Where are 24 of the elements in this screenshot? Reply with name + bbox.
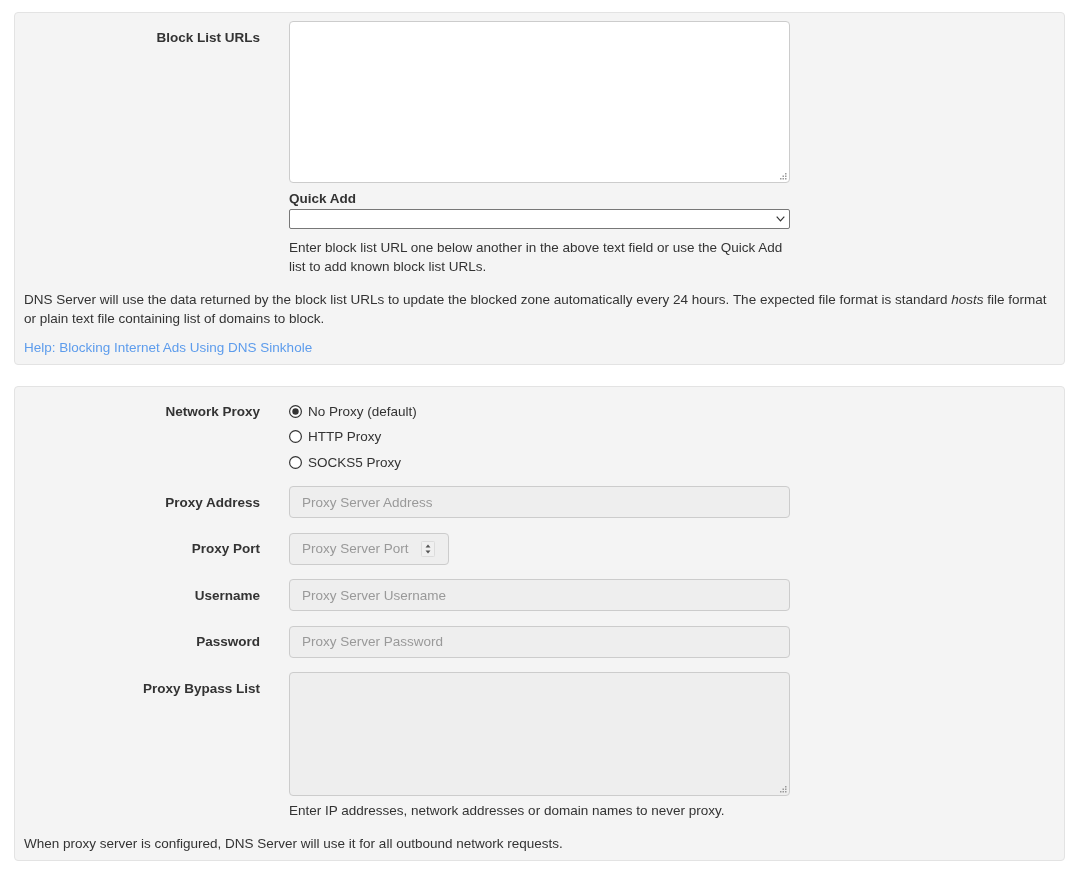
- radio-label: HTTP Proxy: [308, 428, 382, 446]
- resize-grip-icon[interactable]: [780, 173, 787, 180]
- help-text: Enter block list URL one below another in the above text field or use the Quick Add list to add known block list URLs.: [289, 238, 784, 276]
- chevron-down-icon: [776, 216, 785, 222]
- field-label: Proxy Port: [191, 540, 260, 558]
- field-label: Network Proxy: [165, 402, 260, 421]
- field-label: Password: [196, 633, 260, 651]
- field-label: Proxy Address: [165, 493, 260, 512]
- radio-icon[interactable]: [289, 455, 302, 469]
- field-label: Username: [194, 586, 260, 605]
- help-link[interactable]: Help: Blocking Internet Ads Using DNS Sinkhole: [24, 339, 313, 355]
- radio-label: No Proxy (default): [308, 402, 417, 421]
- quick-add-select[interactable]: [289, 209, 790, 229]
- radio-icon[interactable]: [289, 404, 302, 418]
- spinner-icon[interactable]: [421, 540, 435, 557]
- description-text: DNS Server will use the data returned by the block list URLs to update the blocked zone automatically every 24 hours. The expected file format is standard hosts file format or plain text file containing list of domains to block.: [24, 290, 1048, 328]
- radio-icon[interactable]: [289, 430, 302, 443]
- field-label: Proxy Bypass List: [142, 679, 260, 698]
- help-text: Enter IP addresses, network addresses or domain names to never proxy.: [289, 801, 725, 820]
- radio-label: SOCKS5 Proxy: [308, 453, 402, 472]
- field-label: Block List URLs: [156, 28, 260, 47]
- quick-add-label: Quick Add: [289, 191, 356, 207]
- note-text: When proxy server is configured, DNS Server will use it for all outbound network requests.: [24, 834, 564, 853]
- resize-grip-icon[interactable]: [780, 786, 787, 793]
